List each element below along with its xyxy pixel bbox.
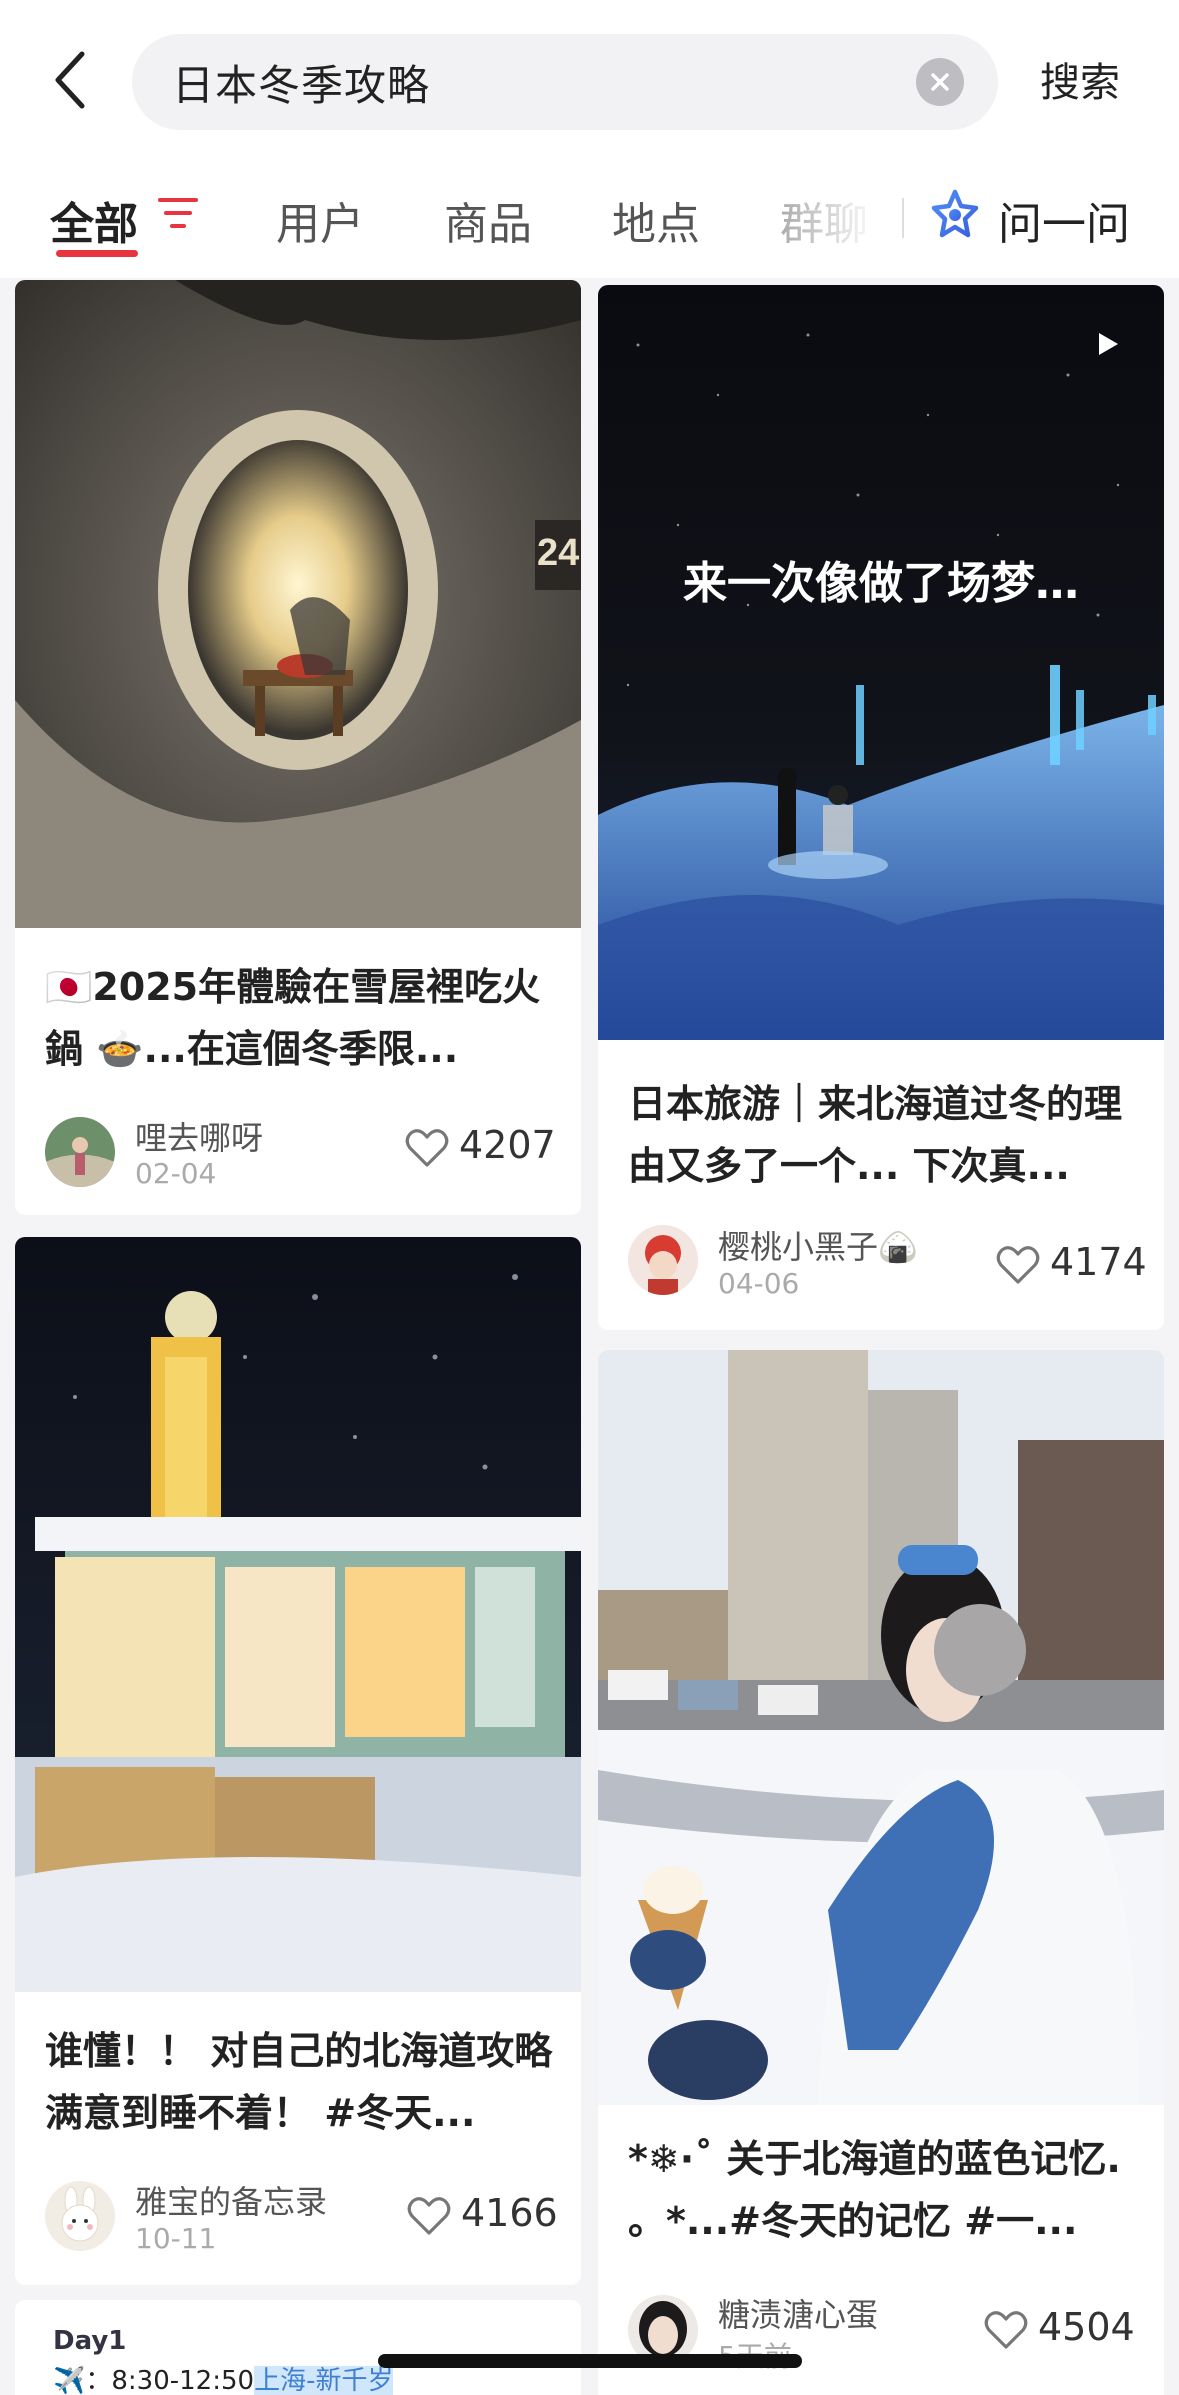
post-card[interactable]: *❄·˚ 关于北海道的蓝色记忆. 。*...#冬天的记忆 #一... 糖渍溏心蛋… [598,1350,1164,2395]
tab-all[interactable]: 全部 [50,188,138,252]
post-card[interactable]: 谁懂！！ 对自己的北海道攻略满意到睡不着！ #冬天... 雅宝的备忘录 10-1… [15,1237,581,2285]
post-title: 谁懂！！ 对自己的北海道攻略满意到睡不着！ #冬天... [45,2029,553,2135]
post-date: 02-04 [135,1157,217,1190]
active-tab-indicator [56,250,138,257]
avatar [628,1225,698,1295]
app-screen: 日本冬季攻略 搜索 全部 用户 商品 地点 群聊 [0,0,1179,2395]
ask-ai-button[interactable]: 问一问 [998,188,1130,252]
tab-users[interactable]: 用户 [276,188,364,252]
post-card[interactable]: 来一次像做了场梦… 日本旅游｜来北海道过冬的理由又多了一个... 下次真... … [598,285,1164,1330]
like-count: 4174 [1050,1240,1147,1284]
post-title: 日本旅游｜来北海道过冬的理由又多了一个... 下次真... [628,1082,1123,1188]
post-title: *❄·˚ 关于北海道的蓝色记忆. 。*...#冬天的记忆 #一... [628,2137,1121,2243]
like-count: 4166 [461,2191,558,2235]
post-date: 04-06 [718,1267,800,1300]
svg-text:24: 24 [537,532,579,574]
post-author: 樱桃小黑子🍙 [718,1228,918,1266]
like-count: 4504 [1038,2305,1135,2349]
heart-icon[interactable] [405,1128,449,1168]
video-overlay-caption: 来一次像做了场梦… [683,558,1079,609]
top-bar: 日本冬季攻略 搜索 [0,0,1179,150]
post-cover-image [15,1237,581,1992]
clear-search-button[interactable] [916,58,964,106]
tabs-fade-overlay [760,170,880,260]
back-button[interactable] [40,40,100,120]
tab-divider [902,198,904,238]
chevron-left-icon [55,51,85,109]
post-card[interactable]: 24 🇯🇵2025年體驗在雪屋裡吃火鍋 🍲...在這個冬季限... 哩去哪呀 0… [15,280,581,1215]
search-button[interactable]: 搜索 [1040,50,1120,108]
peek-text-line: Day1 [53,2326,127,2356]
post-date: 10-11 [135,2222,217,2255]
avatar [45,2181,115,2251]
search-input[interactable]: 日本冬季攻略 [132,34,998,130]
tab-places[interactable]: 地点 [612,188,700,252]
play-icon [1099,333,1118,355]
close-icon [931,73,949,91]
post-cover-video: 来一次像做了场梦… [598,285,1164,1040]
tab-products[interactable]: 商品 [444,188,532,252]
post-cover-image [598,1350,1164,2105]
sparkle-star-icon[interactable] [928,188,982,242]
peek-text-highlight: 上海-新千岁 [254,2366,394,2395]
post-author: 哩去哪呀 [135,1119,264,1157]
peek-text-prefix: ✈️：8:30-12:50 [53,2366,255,2395]
filter-tabs: 全部 用户 商品 地点 群聊 问一问 [0,150,1179,278]
post-cover-image: 24 [15,280,581,928]
home-indicator[interactable] [378,2354,802,2368]
post-author: 雅宝的备忘录 [135,2183,328,2221]
avatar [45,1117,115,1187]
filter-icon[interactable] [158,196,198,232]
peek-text-line: ✈️：8:30-12:50上海-新千岁 [53,2360,394,2395]
heart-icon[interactable] [996,1245,1040,1285]
heart-icon[interactable] [984,2310,1028,2350]
post-author: 糖渍溏心蛋 [718,2296,879,2334]
search-query: 日本冬季攻略 [172,60,431,110]
post-card[interactable]: Day1 ✈️：8:30-12:50上海-新千岁 [15,2300,581,2395]
post-title: 🇯🇵2025年體驗在雪屋裡吃火鍋 🍲...在這個冬季限... [45,965,541,1071]
heart-icon[interactable] [407,2196,451,2236]
like-count: 4207 [459,1123,556,1167]
